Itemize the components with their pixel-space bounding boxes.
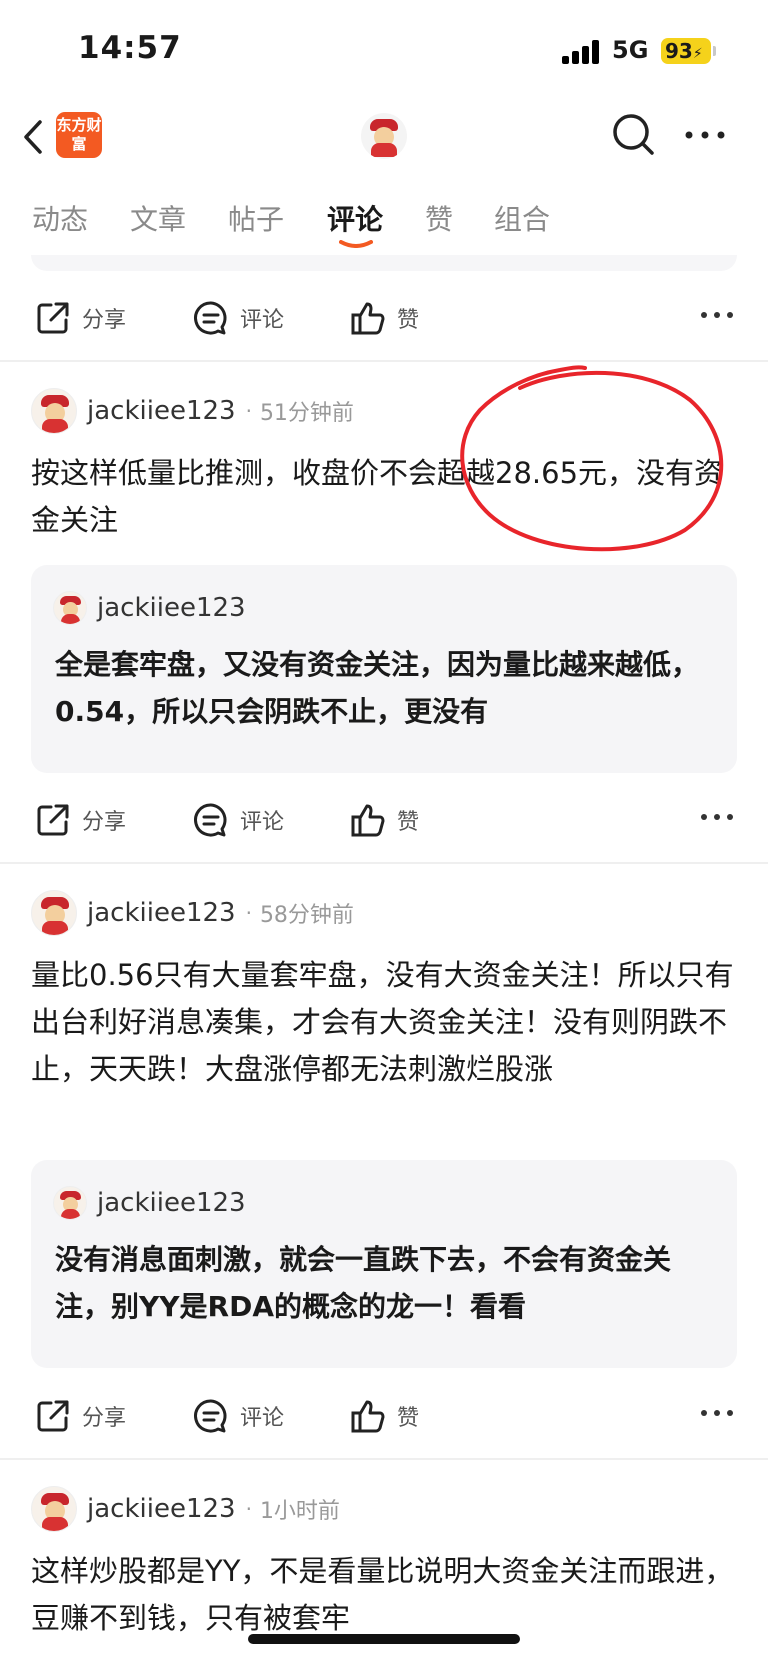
username[interactable]: jackiiee123 xyxy=(87,898,236,928)
profile-avatar[interactable] xyxy=(361,113,407,159)
more-icon[interactable] xyxy=(700,1408,734,1418)
search-icon[interactable] xyxy=(610,110,658,160)
timestamp: 51分钟前 xyxy=(259,401,354,426)
battery-tip xyxy=(713,46,716,56)
tab-comments[interactable]: 评论 xyxy=(327,198,383,238)
active-tab-indicator xyxy=(339,240,373,248)
user-avatar[interactable] xyxy=(31,1486,77,1532)
thumbs-up-icon xyxy=(351,1400,385,1433)
comment-icon xyxy=(194,301,227,335)
share-label: 分享 xyxy=(82,810,127,835)
like-button[interactable]: 赞 xyxy=(349,298,419,338)
tab-dynamics[interactable]: 动态 xyxy=(32,198,88,238)
status-bar: 14:57 5G 93⚡ xyxy=(0,0,768,100)
action-bar: 分享 评论 赞 xyxy=(0,280,768,350)
like-button[interactable]: 赞 xyxy=(349,1396,419,1436)
reply-avatar xyxy=(53,591,87,625)
like-button[interactable]: 赞 xyxy=(349,800,419,840)
action-bar: 分享 评论 赞 xyxy=(0,1378,768,1448)
quoted-reply[interactable]: jackiiee123 没有消息面刺激，就会一直跌下去，不会有资金关注，别YY是… xyxy=(31,1160,737,1368)
comment-label: 评论 xyxy=(240,308,285,333)
separator-dot: · xyxy=(245,1497,252,1521)
comment-icon xyxy=(194,1399,227,1433)
separator-dot: · xyxy=(245,399,252,423)
tab-articles[interactable]: 文章 xyxy=(130,198,186,238)
divider xyxy=(0,862,768,864)
comment-icon xyxy=(194,803,227,837)
separator-dot: · xyxy=(245,901,252,925)
home-indicator xyxy=(248,1634,520,1644)
reply-header: jackiiee123 xyxy=(53,1186,246,1220)
tab-bar: 动态 文章 帖子 评论 赞 组合 xyxy=(0,190,768,250)
thumbs-up-icon xyxy=(351,804,385,837)
divider xyxy=(0,360,768,362)
reply-username: jackiiee123 xyxy=(97,1188,246,1218)
more-icon[interactable] xyxy=(683,122,727,148)
signal-icon xyxy=(562,40,602,64)
share-icon xyxy=(37,302,69,334)
username[interactable]: jackiiee123 xyxy=(87,1494,236,1524)
share-label: 分享 xyxy=(82,308,127,333)
share-button[interactable]: 分享 xyxy=(34,800,126,840)
tab-likes[interactable]: 赞 xyxy=(425,198,453,238)
status-time: 14:57 xyxy=(78,30,182,66)
comment-label: 评论 xyxy=(240,1406,285,1431)
reply-header: jackiiee123 xyxy=(53,591,246,625)
more-icon[interactable] xyxy=(700,310,734,320)
share-button[interactable]: 分享 xyxy=(34,1396,126,1436)
timestamp: 58分钟前 xyxy=(259,903,354,928)
post-header: jackiiee123 · 58分钟前 xyxy=(31,888,354,938)
reply-text: 没有消息面刺激，就会一直跌下去，不会有资金关注，别YY是RDA的概念的龙一！看看 xyxy=(55,1243,672,1323)
back-icon[interactable] xyxy=(18,112,48,162)
reply-username: jackiiee123 xyxy=(97,593,246,623)
post-text[interactable]: 这样炒股都是YY，不是看量比说明大资金关注而跟进，豆赚不到钱，只有被套牢 xyxy=(31,1548,741,1642)
comment-button[interactable]: 评论 xyxy=(192,800,284,840)
like-label: 赞 xyxy=(397,810,420,835)
more-icon[interactable] xyxy=(700,812,734,822)
app-logo[interactable]: 东方财富 xyxy=(56,112,102,158)
divider xyxy=(0,1458,768,1460)
previous-card-edge xyxy=(31,255,737,271)
user-avatar[interactable] xyxy=(31,890,77,936)
tab-posts[interactable]: 帖子 xyxy=(228,198,284,238)
timestamp: 1小时前 xyxy=(259,1499,340,1524)
post-text[interactable]: 按这样低量比推测，收盘价不会超越28.65元，没有资金关注 xyxy=(31,450,741,544)
network-label: 5G xyxy=(612,36,649,64)
like-label: 赞 xyxy=(397,308,420,333)
battery-level: 93 xyxy=(665,39,693,63)
reply-text: 全是套牢盘，又没有资金关注，因为量比越来越低，0.54，所以只会阴跌不止，更没有 xyxy=(55,648,700,728)
battery-icon: 93⚡ xyxy=(661,38,711,64)
post-header: jackiiee123 · 1小时前 xyxy=(31,1484,340,1534)
like-label: 赞 xyxy=(397,1406,420,1431)
share-icon xyxy=(37,1400,69,1432)
comment-button[interactable]: 评论 xyxy=(192,1396,284,1436)
user-avatar[interactable] xyxy=(31,388,77,434)
post-header: jackiiee123 · 51分钟前 xyxy=(31,386,354,436)
post-text[interactable]: 量比0.56只有大量套牢盘，没有大资金关注！所以只有出台利好消息凑集，才会有大资… xyxy=(31,952,741,1093)
tab-portfolio[interactable]: 组合 xyxy=(494,198,550,238)
thumbs-up-icon xyxy=(351,302,385,335)
quoted-reply[interactable]: jackiiee123 全是套牢盘，又没有资金关注，因为量比越来越低，0.54，… xyxy=(31,565,737,773)
reply-avatar xyxy=(53,1186,87,1220)
share-label: 分享 xyxy=(82,1406,127,1431)
comment-label: 评论 xyxy=(240,810,285,835)
comment-button[interactable]: 评论 xyxy=(192,298,284,338)
share-button[interactable]: 分享 xyxy=(34,298,126,338)
nav-bar: 东方财富 xyxy=(0,100,768,180)
action-bar: 分享 评论 赞 xyxy=(0,782,768,852)
share-icon xyxy=(37,804,69,836)
username[interactable]: jackiiee123 xyxy=(87,396,236,426)
avatar-graphic xyxy=(361,113,407,159)
